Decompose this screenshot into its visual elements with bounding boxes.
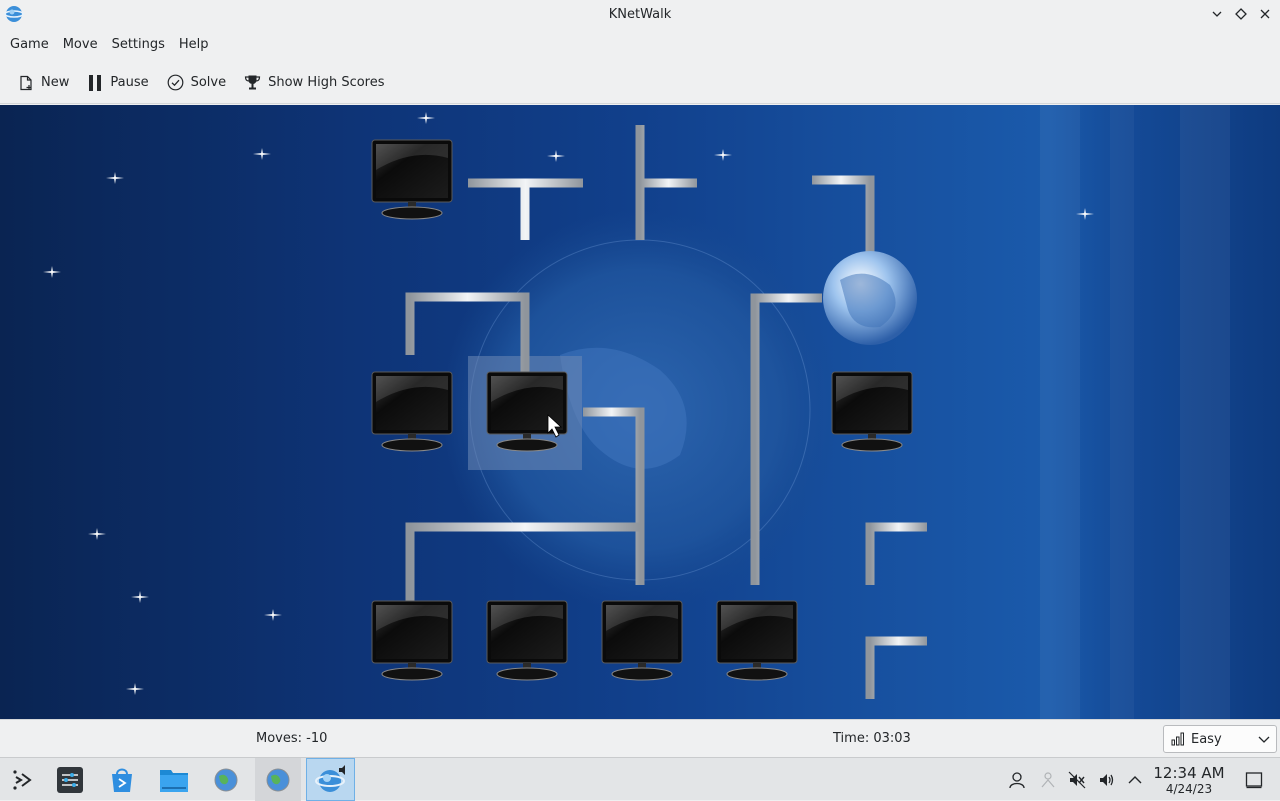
new-button-label: New bbox=[41, 75, 70, 90]
menu-settings[interactable]: Settings bbox=[105, 30, 172, 60]
trophy-icon bbox=[245, 75, 261, 90]
moves-counter: Moves: -10 bbox=[256, 731, 328, 746]
star bbox=[253, 148, 271, 160]
new-button[interactable]: New bbox=[10, 67, 77, 99]
computer-terminal[interactable] bbox=[486, 600, 568, 681]
window-title: KNetWalk bbox=[608, 7, 672, 22]
light-streak bbox=[1180, 105, 1230, 719]
close-icon[interactable] bbox=[1257, 6, 1273, 22]
star bbox=[88, 528, 106, 540]
taskbar: 12:34 AM 4/24/23 bbox=[0, 757, 1280, 801]
star bbox=[547, 150, 565, 162]
solve-button[interactable]: Solve bbox=[159, 67, 235, 99]
application-launcher-icon[interactable] bbox=[0, 758, 46, 801]
user-icon[interactable] bbox=[1006, 769, 1028, 791]
dolphin-file-manager-icon[interactable] bbox=[151, 758, 197, 801]
star bbox=[417, 112, 435, 124]
pause-button[interactable]: Pause bbox=[79, 67, 156, 99]
star bbox=[714, 149, 732, 161]
knetwalk-icon[interactable] bbox=[306, 758, 355, 801]
checkmark-circle-icon bbox=[167, 74, 183, 91]
title-bar: KNetWalk bbox=[0, 0, 1280, 30]
network-globe-icon[interactable] bbox=[255, 758, 301, 801]
computer-terminal[interactable] bbox=[371, 371, 453, 452]
discover-icon[interactable] bbox=[99, 758, 145, 801]
computer-terminal[interactable] bbox=[601, 600, 683, 681]
computer-terminal[interactable] bbox=[831, 371, 913, 452]
menu-move[interactable]: Move bbox=[56, 30, 105, 60]
toolbar: New Pause Solve Show High Scores bbox=[0, 62, 1280, 104]
show-high-scores-label: Show High Scores bbox=[268, 75, 385, 90]
chevron-down-icon bbox=[1258, 736, 1270, 743]
star bbox=[131, 591, 149, 603]
menu-help[interactable]: Help bbox=[172, 30, 216, 60]
network-icon[interactable] bbox=[1037, 769, 1059, 791]
star bbox=[43, 266, 61, 278]
network-globe-icon[interactable] bbox=[203, 758, 249, 801]
clock-date[interactable]: 4/24/23 bbox=[1146, 782, 1232, 796]
muted-microphone-icon[interactable] bbox=[1066, 769, 1088, 791]
menu-game[interactable]: Game bbox=[3, 30, 56, 60]
game-board[interactable] bbox=[0, 105, 1280, 719]
difficulty-bars-icon bbox=[1171, 732, 1184, 746]
clock-time[interactable]: 12:34 AM bbox=[1146, 764, 1232, 782]
new-document-icon bbox=[20, 75, 32, 90]
light-streak bbox=[1040, 105, 1080, 719]
minimize-icon[interactable] bbox=[1209, 6, 1225, 22]
solve-button-label: Solve bbox=[190, 75, 227, 90]
system-settings-icon[interactable] bbox=[47, 758, 93, 801]
light-streak bbox=[1110, 105, 1134, 719]
star bbox=[106, 172, 124, 184]
star bbox=[126, 683, 144, 695]
volume-icon[interactable] bbox=[1096, 769, 1118, 791]
maximize-icon[interactable] bbox=[1233, 6, 1249, 22]
computer-terminal[interactable] bbox=[716, 600, 798, 681]
show-hidden-icons-chevron[interactable] bbox=[1124, 769, 1146, 791]
status-bar: Moves: -10 Time: 03:03 Easy bbox=[0, 719, 1280, 757]
star bbox=[264, 609, 282, 621]
show-desktop-icon[interactable] bbox=[1242, 769, 1266, 791]
board-scene bbox=[43, 105, 1230, 719]
show-high-scores-button[interactable]: Show High Scores bbox=[236, 67, 392, 99]
pause-icon bbox=[89, 74, 102, 91]
computer-terminal[interactable] bbox=[371, 139, 453, 220]
computer-terminal[interactable] bbox=[371, 600, 453, 681]
difficulty-select[interactable]: Easy bbox=[1163, 725, 1277, 753]
menu-bar: Game Move Settings Help bbox=[0, 30, 1280, 60]
pause-button-label: Pause bbox=[110, 75, 149, 90]
time-counter: Time: 03:03 bbox=[833, 731, 911, 746]
difficulty-value: Easy bbox=[1191, 731, 1222, 747]
